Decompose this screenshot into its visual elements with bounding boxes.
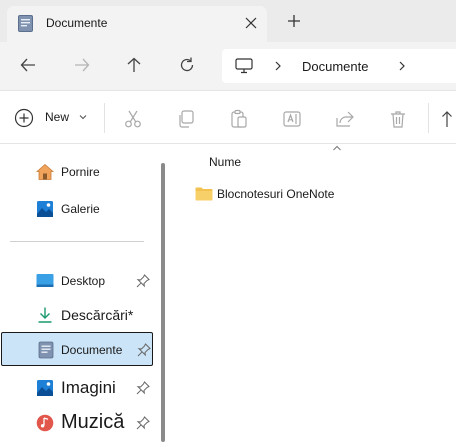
home-icon [36,163,54,180]
sort-ascending-icon [333,145,341,151]
chevron-right-icon[interactable] [272,59,284,73]
close-icon[interactable] [243,15,259,31]
folder-icon [195,187,213,201]
file-list: Nume Blocnotesuri OneNote [172,144,456,442]
sidebar-item-galerie[interactable]: Galerie [0,192,154,226]
sidebar-item-label: Documente [61,343,123,357]
chevron-right-icon[interactable] [396,59,408,73]
rename-icon[interactable] [282,109,302,129]
refresh-icon[interactable] [178,56,196,74]
paste-icon[interactable] [229,109,249,129]
list-item[interactable]: Blocnotesuri OneNote [190,184,440,208]
address-bar[interactable]: Documente [222,49,456,83]
forward-arrow-icon[interactable] [73,56,91,74]
back-arrow-icon[interactable] [19,56,37,74]
pin-icon[interactable] [136,274,150,288]
pin-icon[interactable] [136,416,150,430]
pin-icon[interactable] [136,381,150,395]
sidebar-item-desktop[interactable]: Desktop [0,264,154,298]
documents-icon [18,15,33,32]
sidebar-item-label: Galerie [61,202,100,216]
navigation-bar: Documente [0,42,456,90]
plus-circle-icon [14,108,34,128]
sidebar-scrollbar-thumb[interactable] [161,163,165,442]
sidebar-item-label: Pornire [61,165,100,179]
pictures-icon [37,380,53,396]
desktop-folder-icon [36,274,54,287]
gallery-icon [37,201,53,217]
pin-icon[interactable] [137,343,151,357]
sidebar-item-imagini[interactable]: Imagini [0,371,154,405]
tab-strip: Documente [0,0,456,42]
up-arrow-icon[interactable] [125,56,143,74]
copy-icon[interactable] [176,109,196,129]
breadcrumb-documente[interactable]: Documente [302,59,368,74]
this-pc-icon [235,58,253,74]
delete-icon[interactable] [388,109,408,129]
downloads-icon [38,307,52,323]
new-tab-icon[interactable] [286,13,302,29]
sidebar-item-label: Muzică [61,411,125,433]
separator [428,103,429,133]
sidebar-item-label: Imagini [61,378,116,397]
cut-icon[interactable] [123,109,143,129]
command-bar: New [0,91,456,143]
tab-documente[interactable]: Documente [7,6,267,42]
music-icon [36,414,54,432]
divider [10,241,144,242]
sidebar-item-muzica[interactable]: Muzică [0,406,154,440]
documents-icon [38,341,54,359]
sidebar-item-label: Descărcări* [61,307,134,323]
sidebar-item-label: Desktop [61,274,106,288]
file-name: Blocnotesuri OneNote [217,187,335,201]
sidebar-item-pornire[interactable]: Pornire [0,155,154,189]
separator [104,103,105,133]
tab-title: Documente [46,16,108,30]
new-button[interactable]: New [14,106,94,130]
new-button-label: New [45,110,70,124]
share-icon[interactable] [335,109,355,129]
navigation-pane: Pornire Galerie Desktop Descărcări* Docu… [0,144,160,442]
chevron-down-icon [79,115,87,120]
column-header-name[interactable]: Nume [209,155,241,169]
sidebar-item-descarcari[interactable]: Descărcări* [0,298,154,332]
sort-icon[interactable] [440,109,456,129]
sidebar-item-documente[interactable]: Documente [1,332,153,366]
